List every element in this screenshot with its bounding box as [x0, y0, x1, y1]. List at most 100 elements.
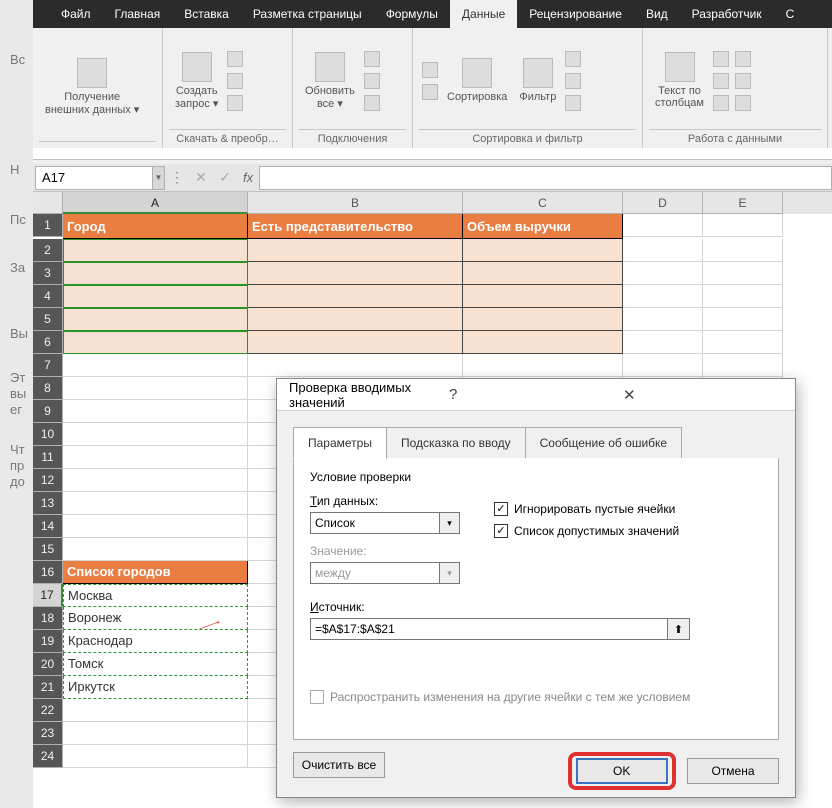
name-box-dropdown[interactable]: ▼ — [153, 166, 165, 190]
cell[interactable]: Объем выручки — [463, 214, 623, 239]
cell[interactable] — [463, 308, 623, 331]
from-table-icon[interactable] — [227, 73, 243, 89]
recent-sources-icon[interactable] — [227, 95, 243, 111]
col-header-B[interactable]: B — [248, 192, 463, 214]
row-header[interactable]: 4 — [33, 285, 63, 308]
cell[interactable] — [703, 262, 783, 285]
row-header[interactable]: 14 — [33, 515, 63, 538]
row-header[interactable]: 22 — [33, 699, 63, 722]
cell[interactable] — [248, 354, 463, 377]
clear-all-button[interactable]: Очистить все — [293, 752, 385, 778]
row-header[interactable]: 16 — [33, 561, 63, 584]
range-picker-icon[interactable]: ⬆ — [668, 618, 690, 640]
remove-dup-icon[interactable] — [713, 73, 729, 89]
cell[interactable] — [63, 446, 248, 469]
col-header-D[interactable]: D — [623, 192, 703, 214]
btn-new-query[interactable]: Создать запрос ▾ — [169, 32, 224, 129]
dialog-help-icon[interactable]: ? — [449, 386, 609, 403]
cell[interactable] — [703, 308, 783, 331]
cell[interactable] — [248, 262, 463, 285]
cancel-formula-icon[interactable]: ✕ — [189, 169, 213, 186]
cell[interactable] — [63, 469, 248, 492]
cell[interactable] — [463, 285, 623, 308]
row-header[interactable]: 9 — [33, 400, 63, 423]
row-header[interactable]: 2 — [33, 239, 63, 262]
relationships-icon[interactable] — [735, 73, 751, 89]
data-validation-icon[interactable] — [713, 95, 729, 111]
flash-fill-icon[interactable] — [713, 51, 729, 67]
col-header-C[interactable]: C — [463, 192, 623, 214]
row-header[interactable]: 24 — [33, 745, 63, 768]
cell[interactable] — [623, 214, 703, 237]
in-cell-dropdown-checkbox[interactable]: ✓Список допустимых значений — [494, 524, 679, 538]
cell[interactable]: Город — [63, 214, 248, 239]
row-header[interactable]: 15 — [33, 538, 63, 561]
row-header[interactable]: 5 — [33, 308, 63, 331]
tab-review[interactable]: Рецензирование — [517, 0, 634, 28]
row-header[interactable]: 13 — [33, 492, 63, 515]
cell[interactable] — [248, 308, 463, 331]
cell[interactable] — [63, 492, 248, 515]
cell[interactable]: Есть представительство — [248, 214, 463, 239]
cell[interactable] — [63, 423, 248, 446]
cell[interactable]: Воронеж — [63, 607, 248, 630]
tab-developer[interactable]: Разработчик — [680, 0, 774, 28]
cell[interactable] — [703, 354, 783, 377]
sort-az-icon[interactable] — [422, 62, 438, 78]
cell[interactable] — [623, 354, 703, 377]
sort-za-icon[interactable] — [422, 84, 438, 100]
cell[interactable]: Москва — [63, 584, 248, 607]
cell[interactable] — [63, 699, 248, 722]
cell[interactable] — [63, 308, 248, 331]
row-header[interactable]: 10 — [33, 423, 63, 446]
tab-more[interactable]: С — [774, 0, 807, 28]
clear-filter-icon[interactable] — [565, 51, 581, 67]
cell[interactable] — [623, 285, 703, 308]
cancel-button[interactable]: Отмена — [687, 758, 779, 784]
cell[interactable] — [623, 239, 703, 262]
row-header[interactable]: 12 — [33, 469, 63, 492]
col-header-A[interactable]: A — [63, 192, 248, 214]
btn-get-external-data[interactable]: Получение внешних данных ▾ — [39, 32, 145, 141]
tab-data[interactable]: Данные — [450, 0, 517, 28]
cell[interactable]: Краснодар — [63, 630, 248, 653]
tab-formulas[interactable]: Формулы — [374, 0, 450, 28]
cell[interactable] — [623, 308, 703, 331]
data-type-input[interactable] — [310, 512, 440, 534]
name-box[interactable]: A17 — [35, 166, 153, 190]
tab-view[interactable]: Вид — [634, 0, 680, 28]
edit-links-icon[interactable] — [364, 95, 380, 111]
row-header[interactable]: 18 — [33, 607, 63, 630]
cell[interactable] — [623, 262, 703, 285]
cell[interactable] — [703, 239, 783, 262]
col-header-E[interactable]: E — [703, 192, 783, 214]
dialog-tab-input-msg[interactable]: Подсказка по вводу — [386, 427, 526, 459]
tab-file[interactable]: Файл — [49, 0, 103, 28]
cell[interactable] — [63, 377, 248, 400]
cell[interactable]: Иркутск — [63, 676, 248, 699]
cell[interactable] — [63, 331, 248, 354]
cell[interactable] — [63, 745, 248, 768]
advanced-filter-icon[interactable] — [565, 95, 581, 111]
reapply-icon[interactable] — [565, 73, 581, 89]
dialog-close-icon[interactable]: ✕ — [623, 386, 783, 404]
chevron-down-icon[interactable]: ▾ — [440, 512, 460, 534]
row-header[interactable]: 7 — [33, 354, 63, 377]
cell[interactable] — [63, 400, 248, 423]
btn-filter[interactable]: Фильтр — [513, 54, 562, 107]
row-header[interactable]: 23 — [33, 722, 63, 745]
cell[interactable] — [248, 285, 463, 308]
ok-button[interactable]: OK — [576, 758, 668, 784]
cell[interactable] — [63, 354, 248, 377]
btn-text-to-columns[interactable]: Текст по столбцам — [649, 32, 710, 129]
formula-input[interactable] — [259, 166, 832, 190]
tab-home[interactable]: Главная — [103, 0, 173, 28]
row-header[interactable]: 20 — [33, 653, 63, 676]
btn-sort[interactable]: Сортировка — [441, 54, 513, 107]
show-queries-icon[interactable] — [227, 51, 243, 67]
tab-insert[interactable]: Вставка — [172, 0, 241, 28]
cell[interactable] — [703, 214, 783, 237]
cell[interactable] — [63, 538, 248, 561]
cell[interactable] — [63, 262, 248, 285]
cell[interactable]: Список городов — [63, 561, 248, 584]
